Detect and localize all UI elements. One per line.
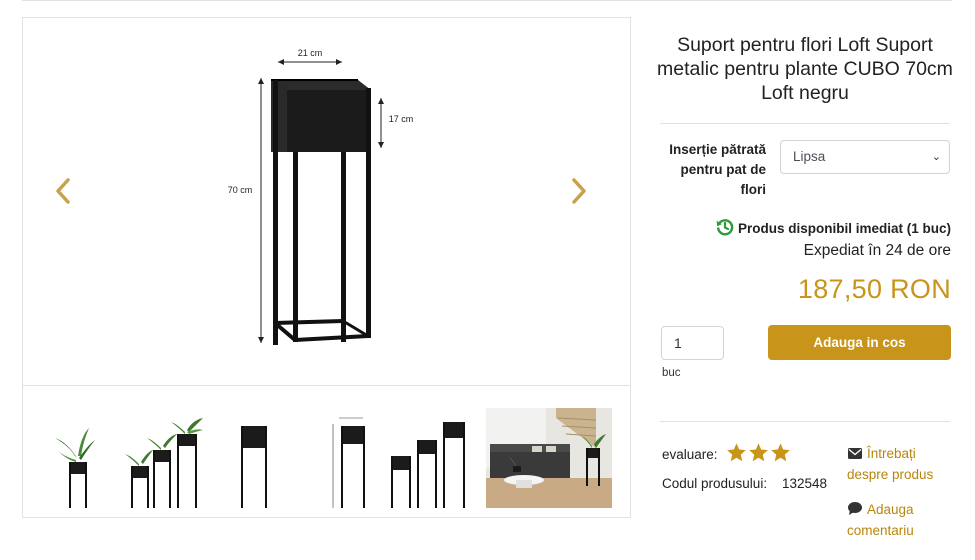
chevron-down-icon: ⌄: [931, 151, 941, 163]
thumbnail-strip: [23, 386, 630, 517]
option-selected-value: Lipsa: [793, 149, 826, 164]
thumbnail-living-room[interactable]: [486, 408, 612, 508]
top-divider: [22, 0, 952, 1]
meta-divider: [660, 421, 950, 422]
title-divider: [660, 123, 950, 124]
product-gallery: 21 cm 70 cm 17 cm: [22, 17, 631, 518]
product-title: Suport pentru flori Loft Suport metalic …: [657, 34, 953, 104]
ask-about-product-link[interactable]: Întrebați despre produs: [847, 443, 957, 485]
star-icon: [771, 443, 790, 462]
product-code-label: Codul produsului:: [662, 476, 768, 491]
envelope-icon: [848, 448, 862, 459]
gallery-next-button[interactable]: [571, 178, 597, 212]
availability-text: Produs disponibil imediat (1 buc): [737, 221, 951, 236]
chevron-right-icon: [572, 178, 586, 204]
product-price: 187,50 RON: [797, 274, 951, 304]
dim-pot-height-label: 17 cm: [389, 114, 414, 124]
dim-total-height-label: 70 cm: [228, 185, 253, 195]
option-select[interactable]: Lipsa ⌄: [780, 140, 950, 174]
product-code-value: 132548: [782, 476, 828, 491]
shipping-info: Expediat în 24 de ore: [803, 242, 951, 259]
star-icon: [727, 443, 746, 462]
quantity-input[interactable]: 1: [661, 326, 724, 360]
comment-icon: [848, 502, 862, 515]
gallery-prev-button[interactable]: [55, 178, 81, 212]
stand-drawing: 21 cm 70 cm 17 cm: [228, 48, 414, 345]
option-label: Inserție pătrată pentru pat de flori: [669, 142, 766, 197]
chevron-left-icon: [56, 178, 70, 204]
history-icon: [716, 219, 734, 236]
add-to-cart-button[interactable]: Adauga in cos: [768, 325, 951, 360]
availability-status: Produs disponibil imediat (1 buc): [660, 218, 951, 236]
rating-label: evaluare:: [662, 447, 718, 462]
add-comment-link[interactable]: Adauga comentariu: [847, 499, 957, 541]
dim-width-label: 21 cm: [298, 48, 323, 58]
main-product-image[interactable]: 21 cm 70 cm 17 cm: [23, 18, 630, 385]
star-icon: [749, 443, 768, 462]
quantity-unit: buc: [662, 367, 681, 379]
